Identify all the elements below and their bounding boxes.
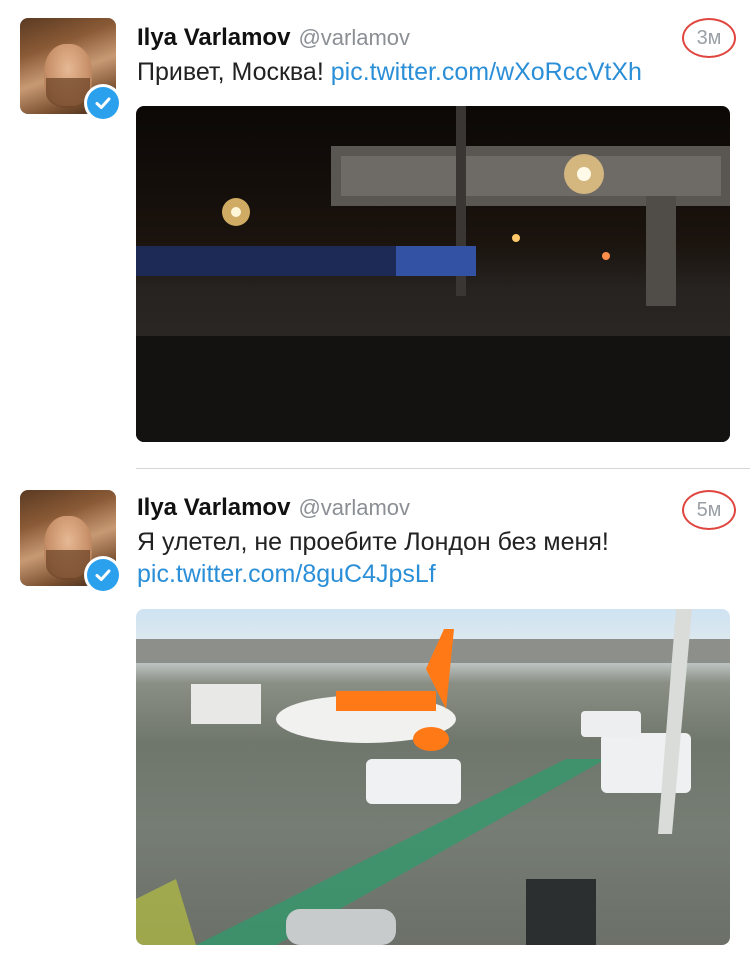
night-airport-photo: [136, 106, 730, 442]
author-name[interactable]: Ilya Varlamov @varlamov: [137, 494, 410, 522]
tweet-divider: [136, 468, 750, 469]
author-name[interactable]: Ilya Varlamov @varlamov: [137, 24, 410, 52]
timestamp: 5м: [682, 490, 736, 530]
verified-badge-icon: [84, 556, 122, 594]
tweet-link[interactable]: pic.twitter.com/wXoRccVtXh: [331, 58, 642, 86]
verified-badge-icon: [84, 84, 122, 122]
author-handle: @varlamov: [298, 495, 411, 520]
tweet-body: Я улетел, не проебите Лондон без меня!: [137, 528, 609, 556]
tweet-text: Привет, Москва! pic.twitter.com/wXoRccVt…: [137, 56, 726, 88]
tweet-body: Привет, Москва!: [137, 58, 324, 86]
day-airport-photo: [136, 609, 730, 945]
tweet-text: Я улетел, не проебите Лондон без меня! p…: [137, 526, 726, 590]
avatar[interactable]: [20, 490, 122, 594]
tweet-photo[interactable]: [136, 106, 730, 442]
author-name-text: Ilya Varlamov: [137, 24, 291, 51]
avatar[interactable]: [20, 18, 122, 122]
author-handle: @varlamov: [298, 25, 411, 50]
author-name-text: Ilya Varlamov: [137, 494, 291, 521]
tweet-link[interactable]: pic.twitter.com/8guC4JpsLf: [137, 558, 726, 590]
timestamp: 3м: [682, 18, 736, 58]
tweet-photo[interactable]: [136, 609, 730, 945]
